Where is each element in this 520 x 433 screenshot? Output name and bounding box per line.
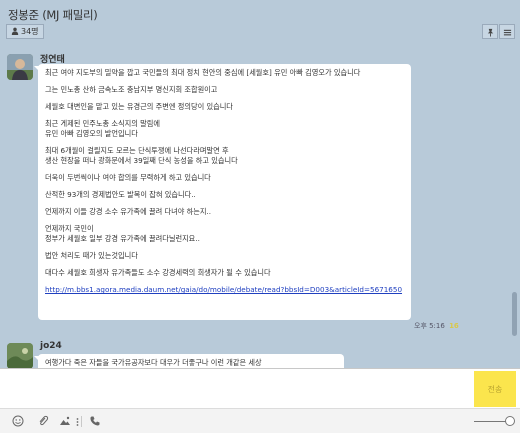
send-button[interactable]: 전송 [474, 371, 516, 407]
message-line: 산적한 93개의 경제법안도 발목이 잡혀 있습니다.. [45, 190, 196, 199]
message-bubble[interactable]: 최근 여야 지도부의 밀약을 깝고 국민들의 최대 정치 현안의 중심에 [세월… [38, 64, 411, 320]
message-line: 그는 민노총 산하 금속노조 충남지부 명신지회 조합원이고 [45, 85, 218, 94]
avatar[interactable] [7, 343, 33, 368]
message-line: 생산 현장을 떠나 광화문에서 39일째 단식 농성을 하고 있습니다 [45, 156, 238, 165]
message-bubble[interactable]: 여행가다 죽은 자들을 국가유공자보다 대우가 더좋구나 이런 개같은 세상 [38, 354, 344, 368]
pin-icon [486, 22, 495, 41]
person-icon [11, 27, 19, 37]
compose-area: 전송 [0, 368, 520, 408]
call-button[interactable] [88, 414, 102, 428]
emoticon-icon [12, 412, 24, 431]
attachment-icon [37, 412, 49, 431]
message-line: 세월호 대변인을 맡고 있는 유경근의 주변엔 정의당이 있습니다 [45, 102, 233, 111]
message-line: 법안 처리도 때가 있는것입니다 [45, 251, 138, 260]
toolbar-divider [81, 416, 82, 427]
message-line: 여행가다 죽은 자들을 국가유공자보다 대우가 더좋구나 이런 개같은 세상 [45, 358, 262, 367]
message-line: 언제까지 이들 강경 소수 유가족에 끌려 다녀야 하는지.. [45, 207, 212, 216]
menu-icon [503, 22, 512, 41]
message-line: 정부가 세월호 일부 강경 유가족에 끌려다닐런지요.. [45, 234, 200, 243]
compose-toolbar [0, 408, 520, 433]
message-line: 유민 아빠 김영오의 발언입니다 [45, 129, 138, 138]
message-line: 대다수 세월호 희생자 유가족들도 소수 강경세력의 희생자가 될 수 있습니다 [45, 268, 271, 277]
chat-header: 정봉준 (MJ 패밀리) 34명 [0, 0, 520, 46]
photo-menu-button[interactable] [74, 414, 80, 428]
sender-name: jo24 [40, 341, 62, 351]
send-photo-button[interactable] [58, 414, 72, 428]
message-line: 더욱이 두번씩이나 여야 합의를 무력하게 하고 있습니다 [45, 173, 211, 182]
call-icon [89, 412, 101, 431]
message-meta: 오후 5:16 16 [414, 321, 459, 331]
message-link[interactable]: http://m.bbs1.agora.media.daum.net/gaia/… [45, 285, 404, 295]
unread-count: 16 [449, 322, 459, 330]
attach-file-button[interactable] [36, 414, 50, 428]
message-time: 오후 5:16 [414, 322, 445, 330]
pin-button[interactable] [482, 24, 498, 39]
chat-title: 정봉준 (MJ 패밀리) [8, 8, 98, 22]
message-line: 최근 게제된 민주노총 소식지의 말림에 [45, 119, 160, 128]
chat-scrollbar[interactable] [512, 48, 517, 366]
member-count-button[interactable]: 34명 [6, 24, 44, 39]
photo-icon [59, 412, 71, 431]
message-input[interactable] [6, 372, 470, 406]
message-list[interactable]: 정연태 최근 여야 지도부의 밀약을 깝고 국민들의 최대 정치 현안의 중심에… [0, 46, 520, 368]
emoticon-button[interactable] [11, 414, 25, 428]
member-count-label: 34명 [21, 27, 39, 36]
menu-icon [76, 412, 79, 431]
message-line: 최근 여야 지도부의 밀약을 깝고 국민들의 최대 정치 현안의 중심에 [세월… [45, 68, 361, 77]
opacity-slider-handle[interactable] [505, 416, 515, 426]
chat-menu-button[interactable] [499, 24, 515, 39]
scroll-thumb[interactable] [512, 292, 517, 336]
message-line: 최대 6개월이 걸릴지도 모르는 단식투쟁에 나선다라며말연 후 [45, 146, 229, 155]
message-line: 언제까지 국민이 [45, 224, 94, 233]
avatar[interactable] [7, 54, 33, 80]
